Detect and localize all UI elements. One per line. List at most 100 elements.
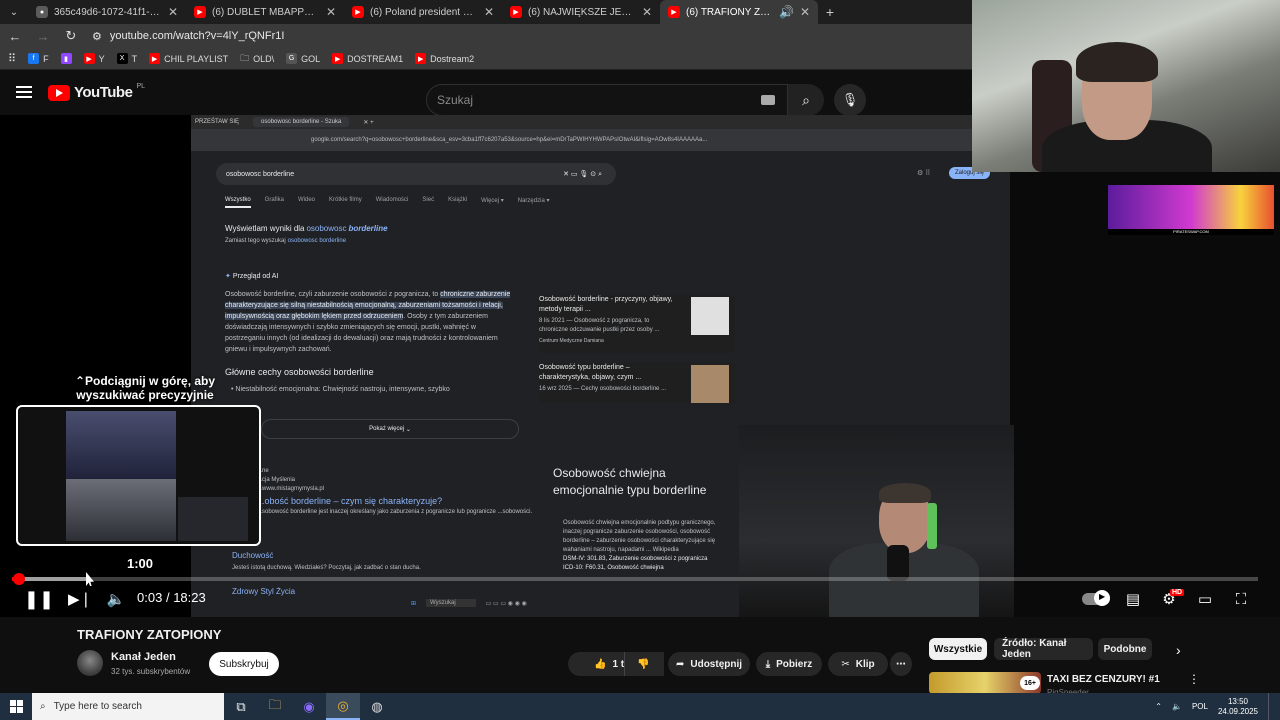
chip-source[interactable]: Źródło: Kanał Jeden (994, 638, 1093, 660)
windows-icon (9, 700, 23, 713)
channel-name[interactable]: Kanał Jeden (111, 651, 176, 663)
browser-tab[interactable]: ▶ (6) DUBLET MBAPPE, "ZEWNIA ✕ (186, 0, 344, 24)
bookmark[interactable]: ▶ Y (83, 53, 105, 64)
url-text: youtube.com/watch?v=4lY_rQNFr1I (109, 30, 285, 42)
youtube-icon: ▶ (415, 53, 427, 64)
taskbar-search[interactable]: ⌕ Type here to search (32, 693, 224, 720)
show-desktop-button[interactable] (1268, 693, 1272, 720)
thumbs-down-icon: 👎 (637, 658, 650, 670)
chip-similar[interactable]: Podobne (1098, 638, 1152, 660)
youtube-icon: ▶ (149, 53, 161, 64)
browser-tab[interactable]: ▶ (6) Poland president warns cou ✕ (344, 0, 502, 24)
speaker-icon[interactable]: 🔊 (779, 5, 794, 19)
subtitles-button[interactable]: ▤ (1122, 588, 1144, 610)
system-tray: ⌃ 🔈 POL 13:50 24.09.2025 (1155, 693, 1280, 720)
windows-taskbar: ⌕ Type here to search ⧉ 🗀 ◉ ◎ ◍ ⌃ 🔈 POL … (0, 693, 1280, 720)
next-button[interactable]: ▶❘ (68, 588, 92, 610)
x-icon: X (116, 53, 128, 64)
browser-tab[interactable]: ● 365c49d6-1072-41f1-9ab2-10 ✕ (28, 0, 186, 24)
download-icon: ⤓ (765, 658, 771, 670)
volume-button[interactable]: 🔈 (106, 588, 126, 610)
menu-icon[interactable] (16, 86, 32, 98)
hd-badge: HD (1170, 589, 1185, 596)
gol-icon: G (286, 53, 298, 64)
search-icon: ⌕ (802, 91, 810, 108)
volume-icon: 🔈 (106, 591, 126, 608)
clip-button[interactable]: ✂ Klip (828, 652, 888, 676)
bookmark[interactable]: ▶ DOSTREAM1 (332, 53, 403, 64)
youtube-icon: ▶ (668, 6, 680, 18)
seek-preview-time: 1:00 (126, 556, 154, 571)
scrubber-handle[interactable] (13, 573, 25, 585)
youtube-logo[interactable]: YouTube PL (48, 83, 145, 101)
globe-icon: ● (36, 6, 48, 18)
chevron-right-icon[interactable]: › (1176, 642, 1181, 658)
chevron-up-icon[interactable]: ⌃ (1155, 702, 1162, 711)
browser-tab-active[interactable]: ▶ (6) TRAFIONY ZATOPIONY 🔊 ✕ (660, 0, 818, 24)
youtube-icon: ▶ (510, 6, 522, 18)
twitch-icon: ▮ (60, 53, 72, 64)
search-icon: ⌕ (40, 701, 46, 712)
mic-icon: 🎙 (841, 92, 859, 107)
facebook-icon: f (28, 53, 40, 64)
start-button[interactable] (0, 693, 32, 720)
ad-domain: PIRATESWAP.COM (1108, 229, 1274, 235)
tab-title: (6) TRAFIONY ZATOPIONY (686, 6, 773, 18)
tab-search-icon[interactable]: ⌄ (0, 0, 28, 24)
keyboard-icon[interactable] (761, 95, 775, 105)
bookmark[interactable]: fF (28, 53, 49, 64)
bookmark[interactable]: G GOL (286, 53, 320, 64)
task-view-icon[interactable]: ⧉ (224, 693, 258, 720)
dislike-button[interactable]: 👎 (624, 652, 662, 676)
browser-tab[interactable]: ▶ (6) NAJWIĘKSZE JEDZENIE w PO ✕ (502, 0, 660, 24)
kebab-menu-icon[interactable]: ⋮ (1188, 672, 1200, 686)
close-icon[interactable]: ✕ (642, 5, 652, 19)
apps-icon[interactable]: ⠿ (8, 52, 16, 65)
autoplay-knob[interactable]: ▶ (1094, 590, 1110, 606)
subscribe-button[interactable]: Subskrybuj (209, 652, 279, 676)
site-info-icon[interactable]: ⚙ (92, 30, 102, 43)
tab-title: (6) NAJWIĘKSZE JEDZENIE w PO (528, 6, 636, 18)
new-tab-button[interactable]: + (818, 4, 842, 20)
seek-preview-thumbnail (16, 405, 261, 546)
clock[interactable]: 13:50 24.09.2025 (1218, 697, 1258, 717)
bookmark[interactable]: ▶ Dostream2 (415, 53, 474, 64)
recommendation-title[interactable]: TAXI BEZ CENZURY! #1 (1047, 674, 1160, 685)
close-icon[interactable]: ✕ (484, 5, 494, 19)
pause-button[interactable]: ❚❚ (24, 588, 54, 610)
discord-icon[interactable]: ◉ (292, 693, 326, 720)
channel-avatar[interactable] (77, 650, 103, 676)
bookmark[interactable]: ▮ (60, 53, 72, 64)
reload-icon[interactable]: ↻ (64, 28, 78, 44)
webcam-top-right (972, 0, 1280, 172)
close-icon[interactable]: ✕ (326, 5, 336, 19)
back-icon[interactable]: ← (8, 29, 22, 44)
close-icon[interactable]: ✕ (800, 5, 810, 19)
chrome-icon[interactable]: ◎ (326, 693, 360, 720)
fullscreen-button[interactable]: ⛶ (1230, 588, 1252, 610)
bookmark-folder[interactable]: 🗀 OLD\ (240, 51, 274, 67)
share-button[interactable]: ➦ Udostępnij (668, 652, 750, 676)
speaker-icon[interactable]: 🔈 (1172, 702, 1182, 711)
progress-bar[interactable] (12, 577, 1258, 581)
language-indicator[interactable]: POL (1192, 702, 1208, 711)
search-button[interactable]: ⌕ (788, 84, 824, 116)
tab-title: (6) Poland president warns cou (370, 6, 478, 18)
obs-icon[interactable]: ◍ (360, 693, 394, 720)
youtube-icon: ▶ (332, 53, 344, 64)
bookmark[interactable]: XT (116, 53, 137, 64)
bookmark[interactable]: ▶ CHIL PLAYLIST (149, 53, 228, 64)
theater-icon: ▭ (1197, 591, 1213, 608)
more-actions-button[interactable]: ⋯ (890, 652, 912, 676)
search-input[interactable]: Szukaj (426, 84, 788, 116)
download-button[interactable]: ⤓ Pobierz (756, 652, 822, 676)
close-icon[interactable]: ✕ (168, 5, 178, 19)
time-display: 0:03 / 18:23 (137, 590, 206, 605)
youtube-icon: ▶ (194, 6, 206, 18)
forward-icon[interactable]: → (36, 29, 50, 44)
chip-all[interactable]: Wszystkie (929, 638, 987, 660)
file-explorer-icon[interactable]: 🗀 (258, 693, 292, 720)
more-icon: ⋯ (896, 658, 906, 670)
voice-search-button[interactable]: 🎙 (834, 84, 866, 116)
theater-mode-button[interactable]: ▭ (1194, 588, 1216, 610)
